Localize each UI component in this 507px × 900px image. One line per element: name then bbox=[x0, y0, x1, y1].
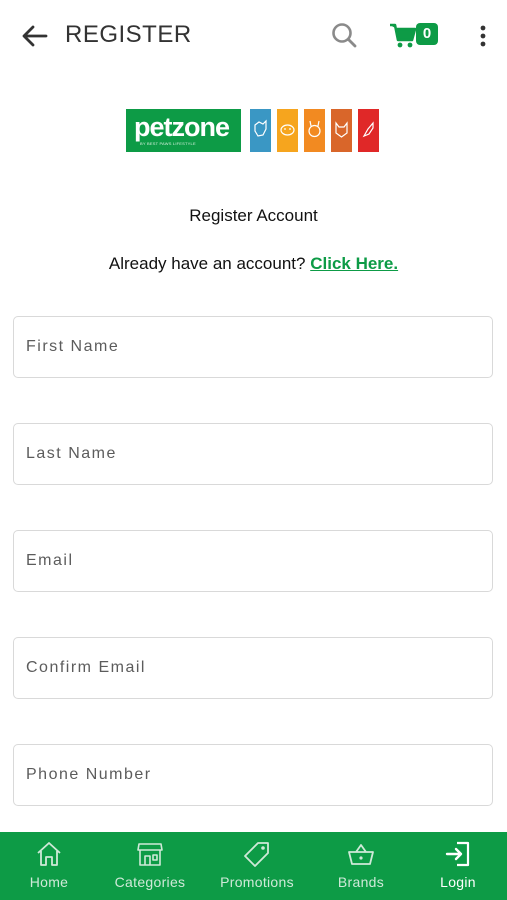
cat-tile-icon bbox=[331, 109, 352, 152]
rabbit-tile-icon bbox=[304, 109, 325, 152]
first-name-field bbox=[13, 316, 493, 378]
login-prompt: Already have an account? Click Here. bbox=[0, 254, 507, 274]
nav-item-promotions[interactable]: Promotions bbox=[212, 832, 302, 900]
store-icon bbox=[137, 843, 163, 866]
phone-number-field bbox=[13, 744, 493, 806]
dog-tile-icon bbox=[250, 109, 271, 152]
bottom-navigation: Home Categories Promotions Brands Login bbox=[0, 832, 507, 900]
search-icon bbox=[332, 23, 357, 48]
confirm-email-input[interactable] bbox=[14, 638, 492, 698]
cart-button[interactable]: 0 bbox=[389, 20, 441, 50]
login-prompt-text: Already have an account? bbox=[108, 254, 306, 273]
cart-count-badge: 0 bbox=[416, 23, 438, 45]
arrow-left-icon bbox=[22, 25, 48, 47]
email-input[interactable] bbox=[14, 531, 492, 591]
nav-label-login: Login bbox=[440, 874, 476, 890]
nav-label-brands: Brands bbox=[337, 874, 385, 890]
nav-label-categories: Categories bbox=[114, 874, 186, 890]
nav-item-brands[interactable]: Brands bbox=[325, 832, 397, 900]
basket-icon bbox=[348, 844, 374, 865]
click-here-link[interactable]: Click Here. bbox=[310, 254, 398, 273]
logo-tagline: BY BEST PAWS LIFESTYLE bbox=[140, 141, 196, 146]
bird-tile-icon bbox=[358, 109, 379, 152]
nav-item-login[interactable]: Login bbox=[425, 832, 491, 900]
nav-label-promotions: Promotions bbox=[220, 874, 294, 890]
hamster-tile-icon bbox=[277, 109, 298, 152]
phone-number-input[interactable] bbox=[14, 745, 492, 805]
logo-wordmark: petzone BY BEST PAWS LIFESTYLE bbox=[126, 109, 241, 152]
home-icon bbox=[37, 842, 61, 866]
app-bar: REGISTER 0 bbox=[0, 0, 507, 70]
login-icon bbox=[445, 841, 470, 867]
logo-brand-text: petzone bbox=[134, 112, 230, 142]
nav-label-home: Home bbox=[29, 874, 69, 890]
nav-item-home[interactable]: Home bbox=[10, 832, 88, 900]
search-button[interactable] bbox=[330, 21, 358, 49]
email-field bbox=[13, 530, 493, 592]
more-vert-icon bbox=[480, 25, 486, 47]
register-account-heading: Register Account bbox=[189, 206, 318, 225]
tag-icon bbox=[244, 842, 269, 867]
last-name-field bbox=[13, 423, 493, 485]
first-name-input[interactable] bbox=[14, 317, 492, 377]
more-options-button[interactable] bbox=[472, 22, 494, 50]
back-button[interactable] bbox=[20, 22, 50, 50]
last-name-input[interactable] bbox=[14, 424, 492, 484]
nav-item-categories[interactable]: Categories bbox=[108, 832, 192, 900]
petzone-logo: petzone BY BEST PAWS LIFESTYLE bbox=[126, 109, 382, 153]
confirm-email-field bbox=[13, 637, 493, 699]
cart-icon bbox=[390, 23, 417, 48]
page-title: REGISTER bbox=[65, 21, 192, 48]
